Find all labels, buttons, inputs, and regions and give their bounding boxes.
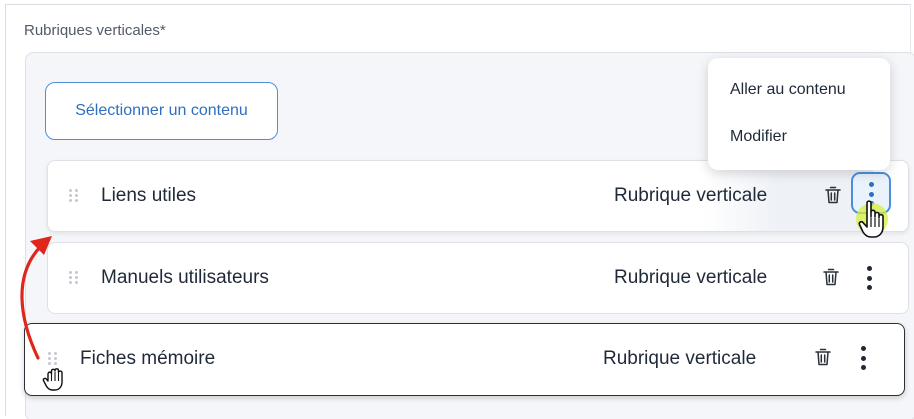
curved-arrow-icon bbox=[20, 236, 52, 360]
rubriques-editor: Rubriques verticales* Sélectionner un co… bbox=[0, 0, 914, 419]
hand-pointer-icon bbox=[856, 200, 888, 238]
hand-grab-icon bbox=[42, 368, 63, 391]
